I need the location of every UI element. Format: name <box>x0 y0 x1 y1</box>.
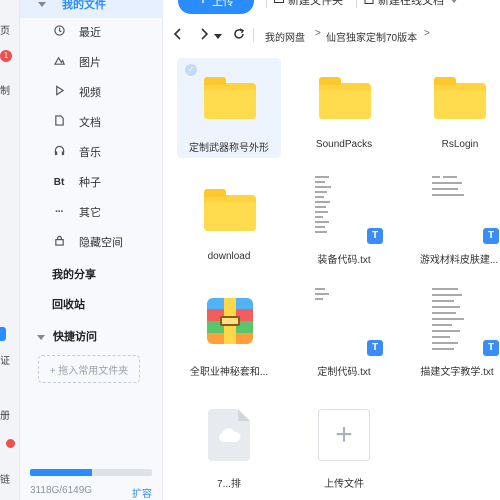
rail-label[interactable]: 页 <box>0 22 10 37</box>
chevron-right-icon <box>201 28 209 40</box>
sidebar-item-label: 最近 <box>79 27 101 39</box>
notification-badge: 1 <box>0 50 12 62</box>
new-online-doc-button[interactable]: 新建在线文档 <box>364 0 458 10</box>
text-file-icon: T <box>483 340 499 356</box>
sidebar-my-share[interactable]: 我的分享 <box>52 266 96 282</box>
sidebar-recycle-bin[interactable]: 回收站 <box>52 296 85 312</box>
chevron-left-icon <box>173 28 181 40</box>
dropdown-icon[interactable] <box>210 29 226 45</box>
folder-plus-icon <box>274 0 284 7</box>
sidebar-item-label: 快捷访问 <box>53 331 97 343</box>
expand-storage-link[interactable]: 扩容 <box>132 485 152 500</box>
sidebar-item-hidden-space[interactable]: 隐藏空间 <box>20 228 163 256</box>
breadcrumb-root[interactable]: 我的网盘 <box>265 29 305 44</box>
sidebar-item-label: 隐藏空间 <box>79 237 123 249</box>
video-icon <box>51 85 67 99</box>
sidebar-quick-access[interactable]: 快捷访问 <box>37 328 97 344</box>
file-name[interactable]: 上传文件 <box>284 475 404 490</box>
doc-plus-icon <box>364 0 374 7</box>
rail-label[interactable]: 链 <box>0 471 10 486</box>
nav-divider <box>253 28 254 42</box>
refresh-icon <box>234 28 245 39</box>
sidebar-item-label: 其它 <box>79 207 101 219</box>
sidebar-item-label: 种子 <box>79 177 101 189</box>
file-name[interactable]: 游戏材料皮肤建... <box>399 251 500 266</box>
more-icon: ··· <box>55 206 64 218</box>
folder-icon[interactable] <box>319 77 371 119</box>
txt-preview-thumbnail[interactable] <box>313 284 375 360</box>
file-name[interactable]: RsLogin <box>400 139 500 150</box>
file-name[interactable]: 全职业神秘套和... <box>169 363 289 378</box>
new-folder-button[interactable]: 新建文件夹 <box>274 0 343 10</box>
storage-quota-text: 3118G/6149G <box>30 485 93 496</box>
rail-label[interactable]: 册 <box>0 407 10 422</box>
sidebar-item-torrents[interactable]: Bt 种子 <box>20 168 163 196</box>
txt-preview-thumbnail[interactable] <box>313 172 375 248</box>
sidebar-item-recent[interactable]: 最近 <box>20 18 163 46</box>
sidebar-item-images[interactable]: 图片 <box>20 48 163 76</box>
breadcrumb-separator: > <box>315 28 321 39</box>
folder-icon[interactable] <box>204 189 256 231</box>
upload-button[interactable]: 上传 <box>178 0 254 14</box>
folder-icon[interactable] <box>434 77 486 119</box>
folder-icon <box>204 77 256 119</box>
cloud-file-icon[interactable] <box>208 409 250 461</box>
checkmark-icon[interactable]: ✓ <box>185 64 197 76</box>
back-button[interactable] <box>170 27 186 43</box>
sidebar-item-label: 图片 <box>79 57 101 69</box>
app-rail: 页 1 制 证 册 链 <box>0 0 20 500</box>
new-online-doc-label: 新建在线文档 <box>378 0 444 7</box>
upload-label: 上传 <box>212 0 234 8</box>
bt-icon: Bt <box>53 176 65 188</box>
text-file-icon: T <box>367 228 383 244</box>
text-file-icon: T <box>367 340 383 356</box>
rail-label[interactable]: 证 <box>0 352 10 367</box>
refresh-button[interactable] <box>231 27 247 43</box>
document-icon <box>51 115 67 129</box>
clock-icon <box>51 25 67 39</box>
file-name[interactable]: 描建文字教学.txt <box>397 363 500 378</box>
add-common-folder-dropzone[interactable]: + 拖入常用文件夹 <box>38 355 140 383</box>
file-name[interactable]: 定制代码.txt <box>284 363 404 378</box>
cloud-icon <box>219 428 241 442</box>
file-name[interactable]: SoundPacks <box>284 139 404 150</box>
sidebar-item-music[interactable]: 音乐 <box>20 138 163 166</box>
sidebar-item-label: 文档 <box>79 117 101 129</box>
text-file-icon: T <box>483 228 499 244</box>
sidebar-item-label: 视频 <box>79 87 101 99</box>
toolbar-divider <box>356 0 357 8</box>
file-name[interactable]: 7...排 <box>169 475 289 490</box>
chevron-down-icon <box>38 0 54 10</box>
breadcrumb-separator: > <box>424 28 430 39</box>
file-name[interactable]: 装备代码.txt <box>284 251 404 266</box>
lock-icon <box>51 235 67 249</box>
file-name[interactable]: download <box>169 251 289 262</box>
txt-preview-thumbnail[interactable] <box>429 284 491 360</box>
image-icon <box>51 55 67 69</box>
sidebar-item-documents[interactable]: 文档 <box>20 108 163 136</box>
chevron-down-icon <box>37 334 45 340</box>
breadcrumb-current[interactable]: 仙宫独家定制70版本 <box>326 29 417 44</box>
headphones-icon <box>51 145 67 159</box>
sidebar-item-other[interactable]: ··· 其它 <box>20 198 163 226</box>
storage-quota-bar <box>30 469 152 476</box>
sidebar-item-label: 我的文件 <box>62 0 106 11</box>
file-name[interactable]: 定制武器称号外形 <box>169 139 289 154</box>
sidebar-item-videos[interactable]: 视频 <box>20 78 163 106</box>
red-dot-icon <box>6 439 15 448</box>
rail-active-indicator <box>0 327 6 341</box>
rail-label[interactable]: 制 <box>0 82 10 97</box>
sidebar: 我的文件 最近 图片 视频 文档 音乐 Bt 种子 ··· 其它 隐藏空间 我的… <box>20 0 163 500</box>
new-folder-label: 新建文件夹 <box>288 0 343 7</box>
sidebar-item-my-files[interactable]: 我的文件 <box>20 0 163 18</box>
chevron-down-icon <box>450 0 458 6</box>
toolbar-divider <box>266 0 267 8</box>
zip-archive-icon[interactable] <box>207 298 253 344</box>
plus-icon: + <box>335 418 353 451</box>
storage-quota-fill <box>30 469 92 476</box>
upload-file-tile[interactable]: + <box>318 409 370 461</box>
sidebar-item-label: 音乐 <box>79 147 101 159</box>
upload-icon <box>198 0 208 8</box>
txt-preview-thumbnail[interactable] <box>429 172 491 248</box>
